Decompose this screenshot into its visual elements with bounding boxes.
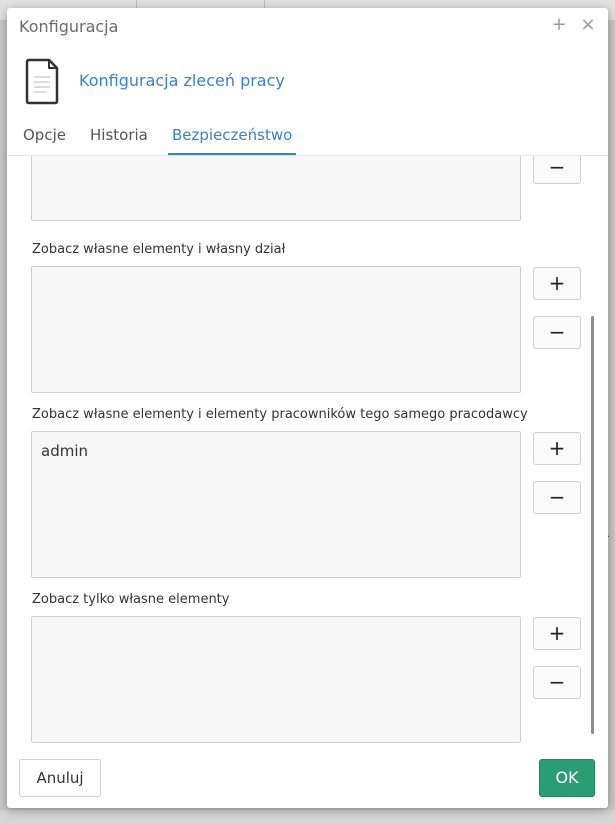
configuration-dialog: Konfiguracja + × Konfiguracja zleceń pra… — [7, 8, 608, 808]
security-scroll-area[interactable]: − Zobacz własne elementy i własny dział … — [7, 156, 608, 746]
tab-bar: Opcje Historia Bezpieczeństwo — [7, 120, 608, 156]
tab-options[interactable]: Opcje — [23, 126, 66, 153]
section-label-own-department: Zobacz własne elementy i własny dział — [32, 242, 286, 257]
section-label-same-employer: Zobacz własne elementy i elementy pracow… — [32, 407, 528, 422]
tab-history[interactable]: Historia — [90, 126, 148, 153]
close-icon[interactable]: × — [577, 14, 599, 36]
permission-listbox-top[interactable] — [31, 156, 521, 221]
document-icon — [25, 58, 59, 105]
vertical-scrollbar[interactable] — [591, 316, 594, 734]
remove-button[interactable]: − — [533, 481, 581, 514]
dialog-header: Konfiguracja zleceń pracy — [7, 48, 608, 114]
tab-security[interactable]: Bezpieczeństwo — [168, 126, 297, 155]
cancel-button[interactable]: Anuluj — [19, 759, 101, 797]
remove-button[interactable]: − — [533, 156, 581, 184]
add-button[interactable]: + — [533, 267, 581, 300]
maximize-icon[interactable]: + — [548, 14, 570, 36]
ok-button[interactable]: OK — [539, 759, 595, 797]
background-footer — [0, 810, 615, 824]
remove-button[interactable]: − — [533, 666, 581, 699]
page-title: Konfiguracja zleceń pracy — [79, 71, 285, 90]
listbox-own-only[interactable] — [31, 616, 521, 743]
list-item[interactable]: admin — [41, 442, 88, 460]
dialog-titlebar: Konfiguracja + × — [7, 8, 608, 46]
listbox-same-employer[interactable]: admin — [31, 431, 521, 578]
add-button[interactable]: + — [533, 617, 581, 650]
dialog-title: Konfiguracja — [19, 17, 119, 36]
listbox-own-department[interactable] — [31, 266, 521, 393]
add-button[interactable]: + — [533, 432, 581, 465]
section-label-own-only: Zobacz tylko własne elementy — [32, 592, 230, 607]
remove-button[interactable]: − — [533, 316, 581, 349]
dialog-footer: Anuluj OK — [7, 750, 608, 808]
